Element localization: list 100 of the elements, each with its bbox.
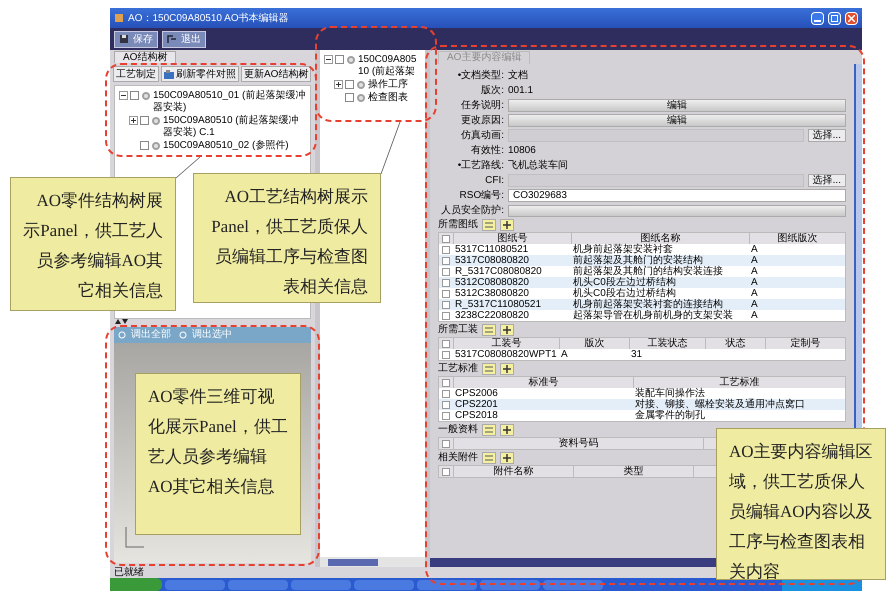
remove-row-button[interactable] (482, 363, 496, 375)
leader-line (380, 122, 400, 174)
edit-button[interactable]: 编辑 (508, 99, 846, 112)
checkbox[interactable] (442, 234, 450, 242)
add-row-button[interactable] (500, 424, 514, 436)
field-label: •工艺路线: (456, 160, 504, 172)
field-label: CFI: (484, 174, 504, 186)
status-text: 已就绪 (114, 568, 144, 578)
checkbox[interactable] (442, 350, 450, 358)
tree-item[interactable]: 150C09A80510 (前起落架 (358, 54, 421, 78)
checkbox[interactable] (442, 312, 450, 320)
remove-row-button[interactable] (482, 219, 496, 231)
section-title: 所需图纸 (438, 219, 478, 231)
table-cell: A (561, 349, 568, 360)
checkbox[interactable] (442, 440, 450, 448)
table-cell: 起落架导管在机身前机身的支架安装 (573, 310, 733, 321)
lines-icon (485, 455, 493, 461)
add-row-button[interactable] (500, 219, 514, 231)
select-button[interactable]: 选择... (808, 174, 846, 187)
edit-button[interactable]: 编辑 (508, 114, 846, 127)
tree-item[interactable]: 150C09A80510_02 (参照件) (163, 140, 306, 152)
checkbox[interactable] (442, 340, 450, 348)
field-label: 仿真动画: (460, 130, 504, 142)
input-field[interactable]: CO3029683 (508, 189, 846, 202)
expand-toggle[interactable] (334, 80, 343, 89)
checkbox[interactable] (442, 400, 450, 408)
table-cell: CPS2006 (455, 388, 498, 399)
checkbox[interactable] (442, 278, 450, 286)
field-label: 有效性: (470, 144, 504, 156)
toolbar-icon (164, 70, 174, 78)
checkbox[interactable] (442, 256, 450, 264)
table-cell: 装配车间操作法 (635, 388, 705, 399)
table-cell: 31 (631, 349, 642, 360)
gear-icon (141, 91, 151, 101)
tree-item[interactable]: 操作工序 (368, 79, 421, 91)
checkbox[interactable] (442, 300, 450, 308)
search-icon (118, 330, 127, 340)
remove-row-button[interactable] (482, 324, 496, 336)
table-cell: 金属零件的制孔 (635, 410, 705, 421)
checkbox[interactable] (345, 80, 354, 89)
collapse-toggle[interactable] (119, 91, 128, 100)
remove-row-button[interactable] (482, 452, 496, 464)
table-cell: 3238C22080820 (455, 310, 529, 321)
dropdown-field[interactable] (508, 204, 846, 216)
checkbox[interactable] (442, 378, 450, 386)
table-cell: A (751, 277, 758, 288)
section-title: 工艺标准 (438, 363, 478, 375)
checkbox[interactable] (442, 468, 450, 476)
panel-button[interactable]: 更新AO结构树 (241, 66, 312, 82)
checkbox[interactable] (442, 268, 450, 276)
checkbox[interactable] (140, 141, 149, 150)
checkbox[interactable] (442, 390, 450, 398)
expand-toggle[interactable] (129, 116, 138, 125)
checkbox[interactable] (442, 290, 450, 298)
plus-icon (503, 365, 511, 373)
window-title: AO：150C09A80510 AO书本编辑器 (128, 12, 289, 26)
table-cell: A (751, 299, 758, 310)
start-button[interactable] (110, 578, 162, 591)
table-cell: CPS2201 (455, 399, 498, 410)
close-button[interactable] (845, 12, 858, 24)
tree-item[interactable]: 150C09A80510 (前起落架缓冲器安装) C.1 (163, 115, 306, 139)
callout-tooltip: AO工艺结构树展示Panel，供工艺质保人员编辑工序与检查图表相关信息 (193, 173, 381, 303)
panel-tab[interactable]: AO结构树 (114, 51, 176, 63)
minimize-button[interactable] (811, 12, 824, 24)
table-cell: A (751, 310, 758, 321)
select-button[interactable]: 选择... (808, 129, 846, 142)
add-row-button[interactable] (500, 363, 514, 375)
plus-icon (503, 221, 511, 229)
tree-item[interactable]: 150C09A80510_01 (前起落架缓冲器安装) (153, 90, 306, 114)
plus-icon (503, 426, 511, 434)
gear-icon (151, 116, 161, 126)
panel-button[interactable]: 工艺制定 (113, 66, 159, 82)
table-cell: 机身前起落架安装衬套的连接结构 (573, 299, 723, 310)
horizontal-scrollbar[interactable] (320, 557, 425, 567)
field-label: 任务说明: (460, 100, 504, 112)
checkbox[interactable] (130, 91, 139, 100)
add-row-button[interactable] (500, 452, 514, 464)
table-cell: 5312C38080820 (455, 288, 529, 299)
tree-item[interactable]: 检查图表 (368, 92, 421, 104)
table-cell: A (751, 244, 758, 255)
checkbox[interactable] (442, 412, 450, 420)
panel-button[interactable]: 刷新零件对照 (161, 66, 239, 82)
column-header[interactable]: 类型 (573, 466, 693, 477)
add-row-button[interactable] (500, 324, 514, 336)
section-title: 相关附件 (438, 452, 478, 464)
checkbox[interactable] (442, 246, 450, 254)
checkbox[interactable] (335, 55, 344, 64)
splitter-arrows-icon[interactable] (114, 319, 128, 324)
table-cell: A (751, 288, 758, 299)
maximize-button[interactable] (828, 12, 841, 24)
checkbox[interactable] (140, 116, 149, 125)
checkbox[interactable] (345, 93, 354, 102)
table-cell: 机头C0段左边过桥结构 (573, 277, 676, 288)
axis-icon (124, 527, 146, 549)
lines-icon (485, 327, 493, 333)
table-cell: 5317C08080820WPT1 (455, 349, 557, 360)
remove-row-button[interactable] (482, 424, 496, 436)
plus-icon (503, 326, 511, 334)
callout-tooltip: AO主要内容编辑区域，供工艺质保人员编辑AO内容以及工序与检查图表相关内容 (716, 428, 886, 580)
collapse-toggle[interactable] (324, 55, 333, 64)
